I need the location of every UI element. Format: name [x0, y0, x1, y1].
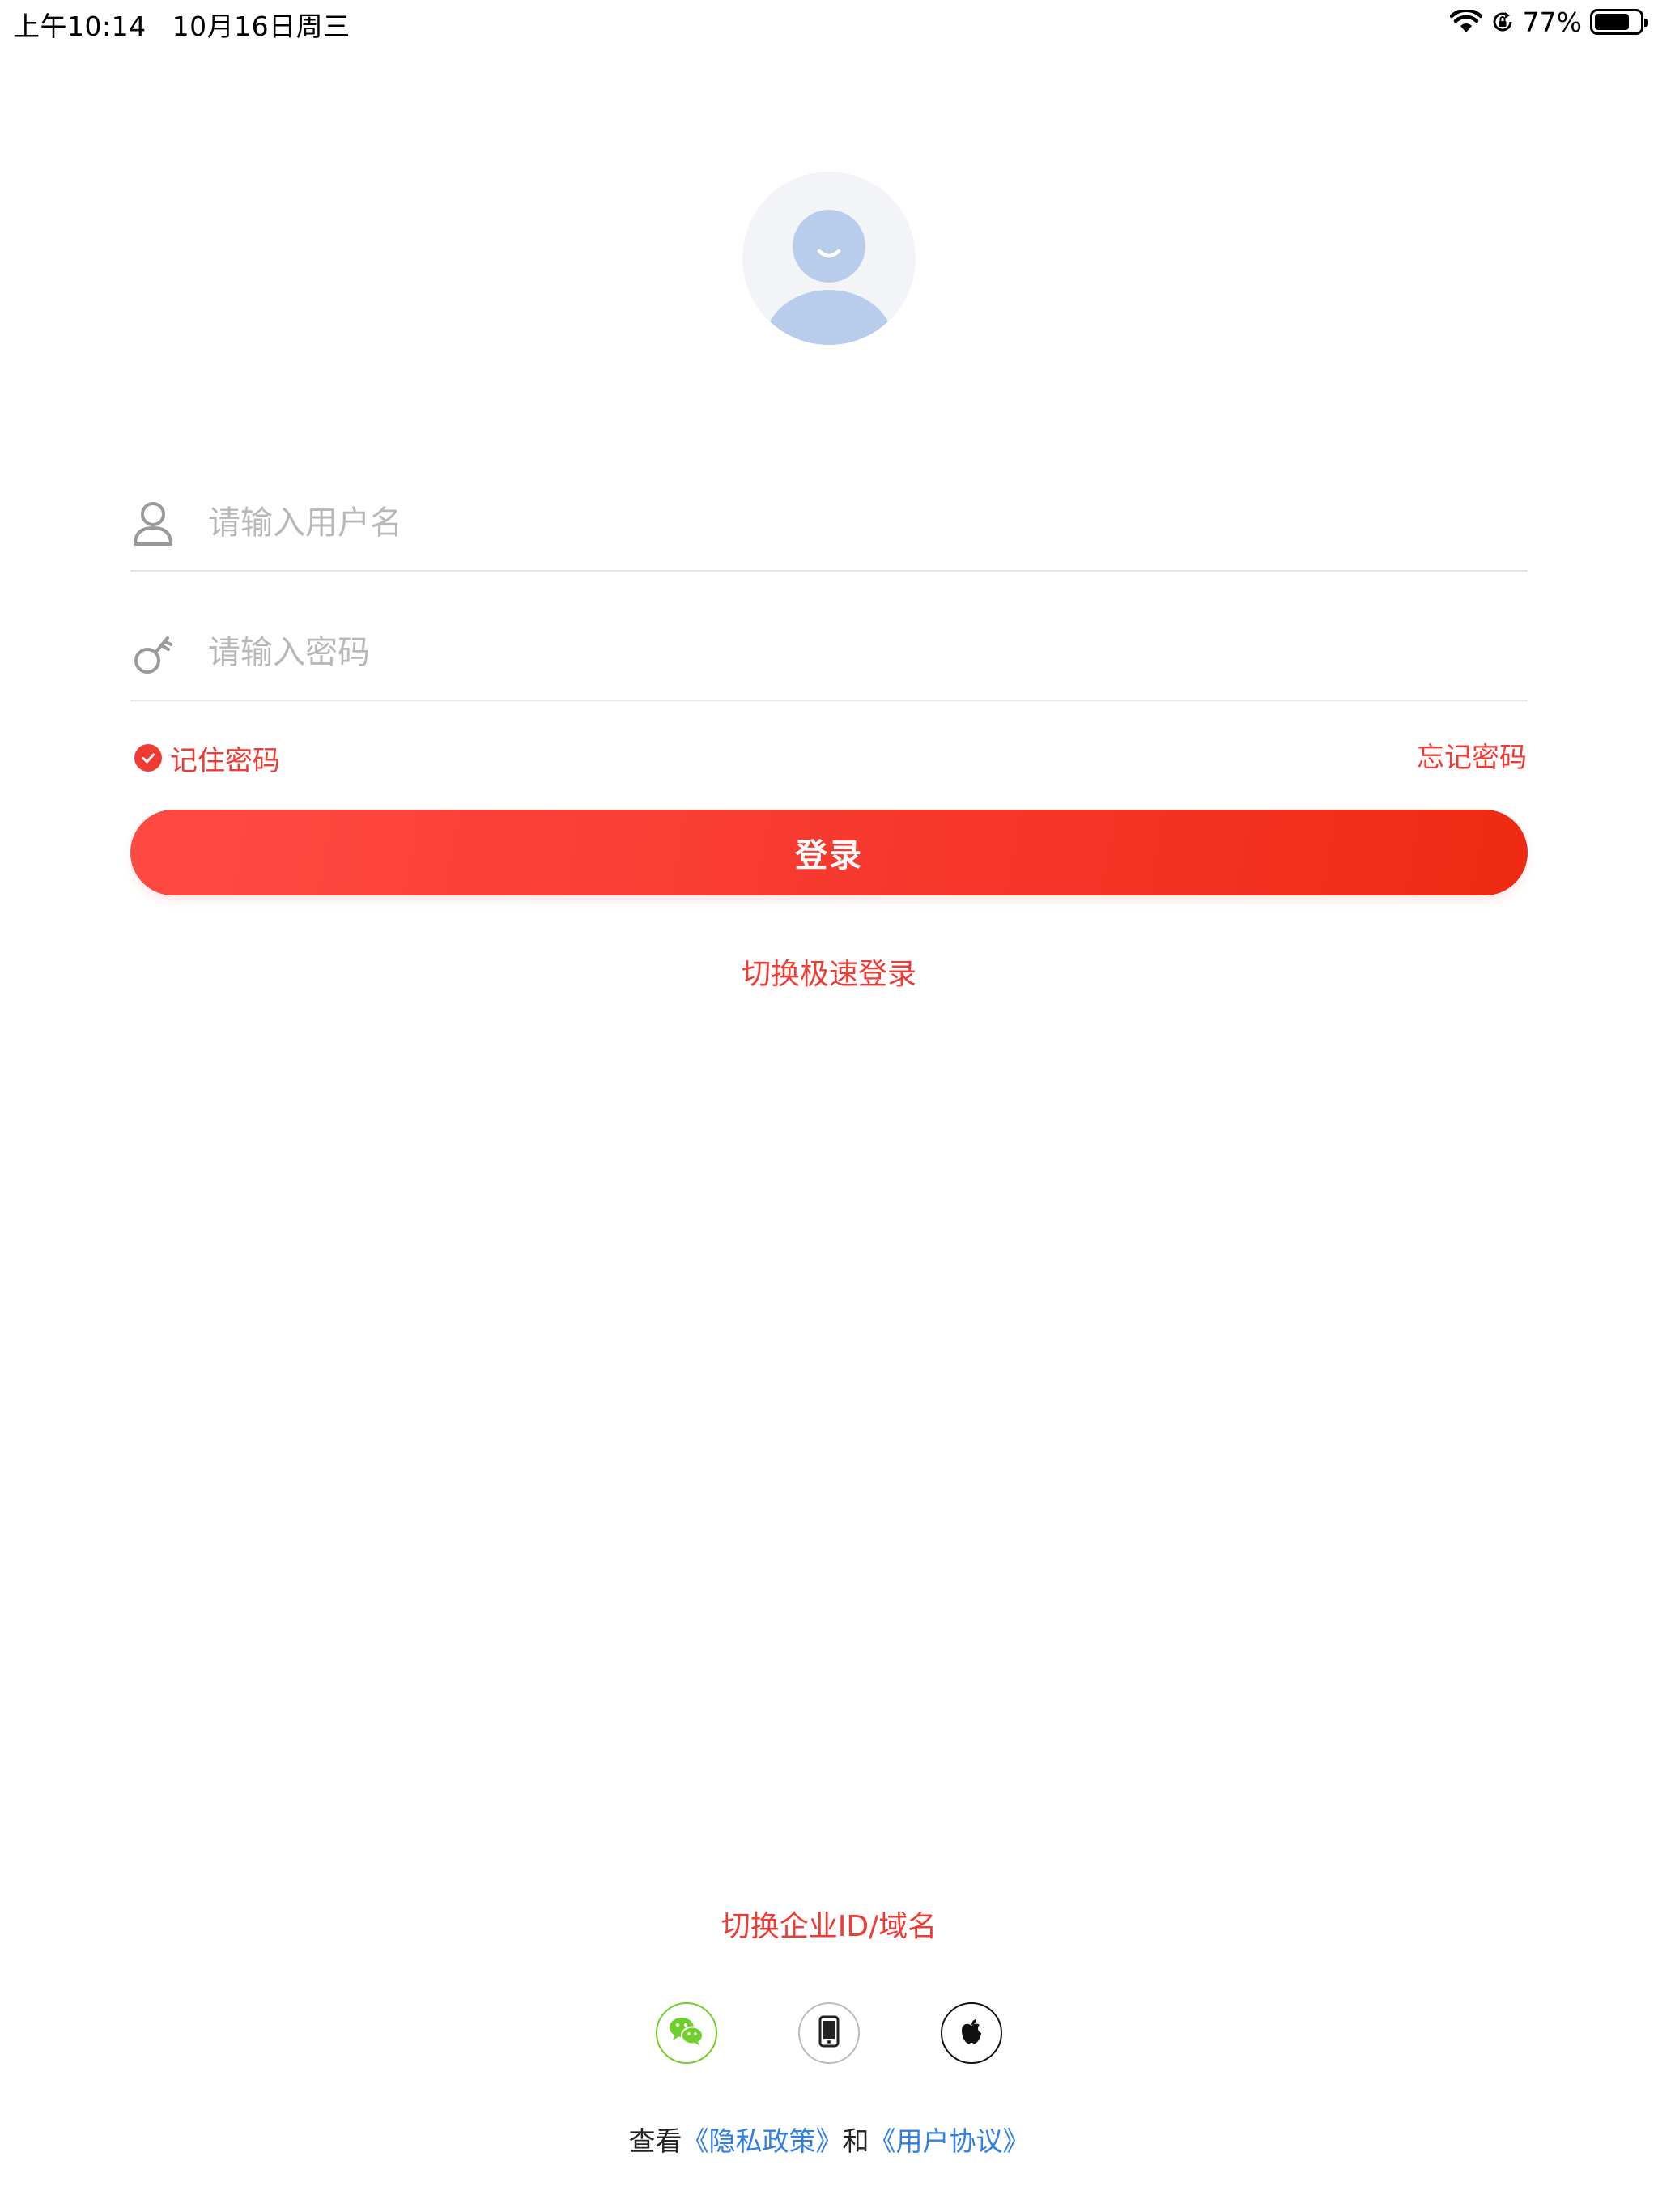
- wechat-icon: [668, 2015, 705, 2051]
- switch-fast-login-link[interactable]: 切换极速登录: [742, 958, 916, 991]
- apple-icon: [959, 2017, 984, 2049]
- key-icon: [130, 628, 176, 677]
- password-input[interactable]: [208, 627, 1503, 678]
- battery-percent: 77%: [1522, 6, 1582, 38]
- status-date: 10月16日周三: [172, 11, 351, 42]
- third-party-login: [0, 2002, 1658, 2064]
- policy-text: 查看《隐私政策》和《用户协议》: [0, 2120, 1658, 2159]
- battery-fill: [1595, 14, 1629, 30]
- switch-enterprise-row: 切换企业ID/域名: [0, 1903, 1658, 1945]
- password-row: [130, 604, 1528, 701]
- orientation-lock-icon: [1490, 10, 1515, 34]
- username-row: [130, 474, 1528, 572]
- wifi-icon: [1449, 10, 1482, 34]
- battery-icon: [1590, 9, 1648, 35]
- login-page: 上午10:14 10月16日周三 77% 请输入用户名 记住密码 忘记密码 登录…: [0, 0, 1658, 2212]
- user-icon: [130, 499, 176, 547]
- login-button[interactable]: 登录: [130, 810, 1528, 895]
- switch-fast-login-row: 切换极速登录: [0, 951, 1658, 993]
- policy-and: 和: [842, 2125, 869, 2157]
- wechat-login-button[interactable]: [656, 2002, 717, 2064]
- status-bar: 上午10:14 10月16日周三 77%: [0, 0, 1658, 45]
- status-left: 上午10:14 10月16日周三: [13, 5, 351, 44]
- default-avatar-icon: [742, 172, 916, 345]
- remember-password-label: 记住密码: [170, 744, 280, 777]
- check-icon: [134, 744, 162, 772]
- privacy-policy-link[interactable]: 《隐私政策》: [682, 2125, 843, 2157]
- apple-login-button[interactable]: [941, 2002, 1002, 2064]
- phone-login-button[interactable]: [798, 2002, 860, 2064]
- switch-enterprise-link[interactable]: 切换企业ID/域名: [721, 1910, 937, 1943]
- policy-prefix: 查看: [628, 2125, 682, 2157]
- status-right: 77%: [1449, 5, 1648, 39]
- username-input[interactable]: [208, 497, 1503, 549]
- remember-password-checkbox[interactable]: 记住密码: [134, 738, 280, 777]
- phone-icon: [817, 2015, 841, 2051]
- forgot-password-link[interactable]: 忘记密码: [1417, 738, 1527, 777]
- status-time: 上午10:14: [13, 11, 147, 42]
- user-agreement-link[interactable]: 《用户协议》: [869, 2125, 1030, 2157]
